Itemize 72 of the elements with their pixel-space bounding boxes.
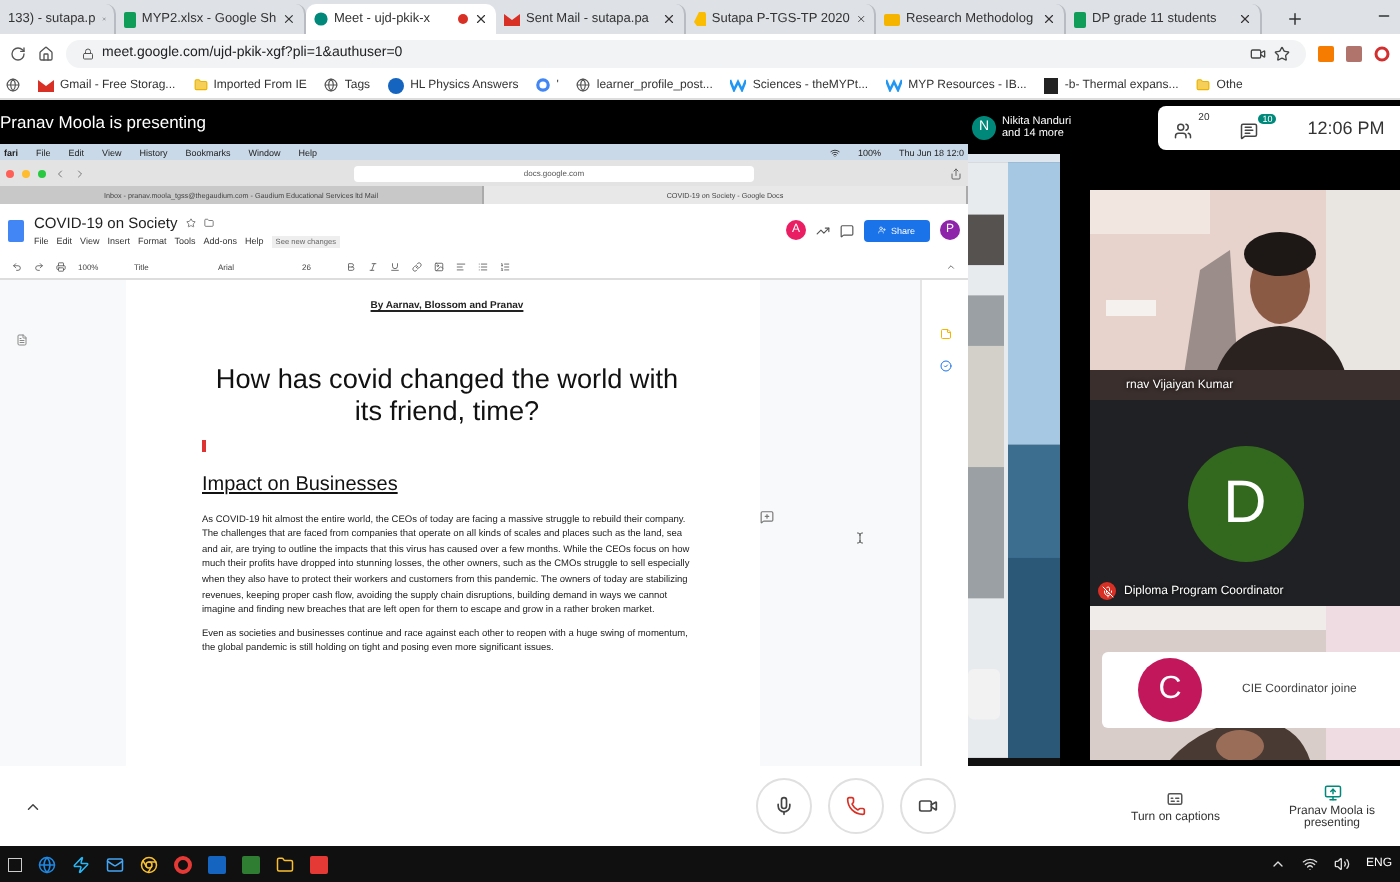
numbered-list-icon[interactable]	[500, 262, 510, 272]
minimize-dot[interactable]	[22, 169, 30, 177]
badge-icon	[388, 77, 405, 93]
hang-up-button[interactable]	[828, 778, 885, 834]
star-icon[interactable]	[1274, 45, 1290, 61]
globe-icon	[576, 78, 591, 92]
wifi-icon[interactable]	[1301, 856, 1318, 872]
avatar: C	[1138, 658, 1202, 722]
lock-icon	[82, 47, 94, 59]
redo-icon[interactable]	[34, 262, 44, 272]
star-icon[interactable]	[185, 217, 196, 227]
globe-icon	[6, 78, 20, 92]
outline-icon[interactable]	[16, 334, 28, 346]
text-cursor-icon	[854, 532, 866, 544]
print-icon[interactable]	[56, 262, 66, 272]
person-add-icon	[878, 226, 887, 234]
share-icon[interactable]	[950, 167, 962, 179]
link-icon[interactable]	[412, 262, 422, 272]
reload-icon[interactable]	[10, 45, 26, 61]
spreadsheet-icon	[124, 11, 136, 27]
slides-icon	[884, 13, 900, 25]
close-dot[interactable]	[6, 169, 14, 177]
mail-icon	[504, 13, 520, 25]
home-icon[interactable]	[38, 45, 54, 61]
comment-icon[interactable]	[840, 223, 854, 237]
phone-icon	[846, 796, 867, 816]
folder-icon	[193, 78, 208, 92]
zoom-dot[interactable]	[38, 169, 46, 177]
browser-icon[interactable]	[140, 855, 158, 873]
avatar: D	[1187, 445, 1303, 561]
site-icon	[886, 78, 903, 92]
task-view-icon[interactable]	[8, 857, 22, 871]
tasks-icon[interactable]	[939, 360, 951, 372]
microphone-button[interactable]	[756, 778, 813, 834]
wifi-icon	[829, 147, 840, 157]
chat-icon	[1240, 122, 1259, 140]
italic-icon[interactable]	[368, 262, 378, 272]
add-comment-icon[interactable]	[760, 510, 774, 524]
collapse-icon[interactable]	[946, 262, 956, 272]
people-icon	[1173, 122, 1192, 140]
new-tab-icon[interactable]	[1286, 10, 1304, 28]
image-icon[interactable]	[434, 262, 444, 272]
folder-icon[interactable]	[276, 855, 294, 873]
section-heading: Impact on Businesses	[202, 473, 400, 496]
close-icon[interactable]	[662, 12, 676, 26]
folder-icon	[1196, 78, 1211, 92]
presenting-label: Pranav Moola is presenting	[0, 110, 209, 136]
tray-icon[interactable]	[1269, 856, 1286, 872]
time-text: 12:06 PM	[1307, 117, 1385, 137]
globe-icon	[324, 78, 339, 92]
bold-icon[interactable]	[346, 262, 356, 272]
browser-icon[interactable]	[38, 855, 56, 873]
captions-icon	[1166, 789, 1185, 807]
volume-icon[interactable]	[1333, 856, 1350, 872]
underline-icon[interactable]	[390, 262, 400, 272]
drive-icon	[694, 12, 706, 26]
close-icon[interactable]	[1238, 12, 1252, 26]
mail-icon	[38, 79, 54, 91]
close-icon[interactable]	[1042, 12, 1056, 26]
close-icon[interactable]	[474, 12, 488, 26]
activity-icon[interactable]	[816, 223, 830, 237]
undo-icon[interactable]	[12, 262, 22, 272]
document-heading: How has covid changed the world with its friend, time?	[213, 364, 681, 430]
camera-button[interactable]	[900, 778, 957, 834]
mail-icon[interactable]	[106, 855, 124, 873]
microphone-icon	[774, 796, 795, 816]
cursor-marker	[202, 439, 206, 452]
site-icon	[730, 78, 747, 92]
lightning-icon[interactable]	[72, 855, 90, 873]
spreadsheet-icon	[1074, 11, 1086, 27]
close-icon[interactable]	[282, 12, 296, 26]
present-screen-icon	[1323, 783, 1342, 801]
